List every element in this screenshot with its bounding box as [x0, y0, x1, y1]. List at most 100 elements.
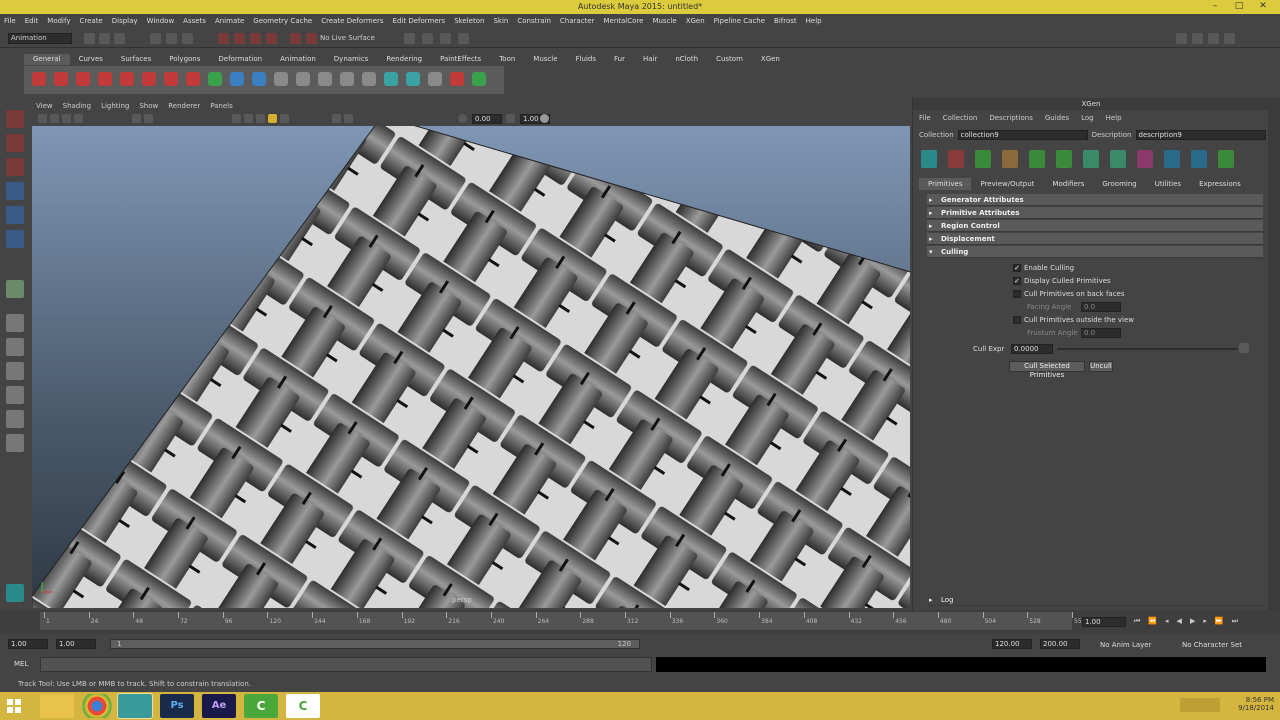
- menu-create[interactable]: Create: [79, 17, 102, 25]
- xgen-add-guide-icon[interactable]: [1056, 150, 1072, 168]
- shelf-tool-5-icon[interactable]: [120, 72, 134, 86]
- character-set-dropdown[interactable]: No Character Set: [1182, 641, 1242, 649]
- file-explorer-icon[interactable]: [40, 694, 74, 718]
- camtasia-icon[interactable]: C: [244, 694, 278, 718]
- shelf-tool-7-icon[interactable]: [164, 72, 178, 86]
- magnet-icon[interactable]: [290, 33, 301, 44]
- shelf-tab-painteffects[interactable]: PaintEffects: [431, 54, 490, 65]
- after-effects-icon[interactable]: Ae: [202, 694, 236, 718]
- xgen-preview-icon[interactable]: [1164, 150, 1180, 168]
- shelf-tab-curves[interactable]: Curves: [70, 54, 112, 65]
- scale-tool-icon[interactable]: [6, 230, 24, 248]
- shelf-tab-rendering[interactable]: Rendering: [377, 54, 431, 65]
- section-primitive-attributes[interactable]: ▸ Primitive Attributes: [927, 207, 1263, 219]
- menu-display[interactable]: Display: [112, 17, 138, 25]
- shelf-tab-dynamics[interactable]: Dynamics: [325, 54, 378, 65]
- xgen-menu-guides[interactable]: Guides: [1045, 114, 1069, 122]
- xgen-tab-grooming[interactable]: Grooming: [1093, 178, 1145, 190]
- render-sequence-icon[interactable]: [440, 33, 451, 44]
- snap-plane-icon[interactable]: [266, 33, 277, 44]
- menu-edit[interactable]: Edit: [25, 17, 39, 25]
- xgen-menu-descriptions[interactable]: Descriptions: [989, 114, 1033, 122]
- construction-history-icon[interactable]: [404, 33, 415, 44]
- xgen-sculpt-guide-icon[interactable]: [1110, 150, 1126, 168]
- shelf-tool-3-icon[interactable]: [76, 72, 90, 86]
- last-tool-icon[interactable]: [6, 280, 24, 298]
- select-object-icon[interactable]: [166, 33, 177, 44]
- smooth-shade-icon[interactable]: [244, 114, 253, 123]
- paint-select-tool-icon[interactable]: [6, 158, 24, 176]
- menu-muscle[interactable]: Muscle: [652, 17, 676, 25]
- shelf-tab-xgen[interactable]: XGen: [752, 54, 789, 65]
- menu-xgen[interactable]: XGen: [686, 17, 705, 25]
- playback-start-field[interactable]: 1.00: [56, 639, 96, 649]
- lights-icon[interactable]: [268, 114, 277, 123]
- shelf-tool-16-icon[interactable]: [362, 72, 376, 86]
- shelf-tab-surfaces[interactable]: Surfaces: [112, 54, 160, 65]
- shelf-tool-18-icon[interactable]: [406, 72, 420, 86]
- xgen-tab-modifiers[interactable]: Modifiers: [1043, 178, 1093, 190]
- start-button-icon[interactable]: [2, 694, 36, 718]
- xgen-menu-help[interactable]: Help: [1106, 114, 1122, 122]
- step-back-key-icon[interactable]: ⏪: [1148, 617, 1157, 626]
- custom-layout-icon[interactable]: [6, 434, 24, 452]
- xgen-create-collection-icon[interactable]: [948, 150, 964, 168]
- single-perspective-layout-icon[interactable]: [6, 314, 24, 332]
- xray-icon[interactable]: [332, 114, 341, 123]
- shelf-tool-4-icon[interactable]: [98, 72, 112, 86]
- menu-file[interactable]: File: [4, 17, 16, 25]
- wireframe-icon[interactable]: [232, 114, 241, 123]
- xgen-update-icon[interactable]: [1191, 150, 1207, 168]
- chrome-icon[interactable]: [80, 694, 114, 718]
- xgen-menu-collection[interactable]: Collection: [943, 114, 978, 122]
- expression-editor-icon[interactable]: [1239, 343, 1249, 353]
- select-tool-icon[interactable]: [6, 110, 24, 128]
- shelf-tab-fur[interactable]: Fur: [605, 54, 634, 65]
- cull-expr-slider[interactable]: [1057, 348, 1237, 350]
- step-forward-frame-icon[interactable]: ▸: [1203, 617, 1207, 626]
- cull-outside-checkbox[interactable]: [1013, 316, 1021, 324]
- command-input[interactable]: [40, 657, 652, 672]
- section-region-control[interactable]: ▸ Region Control: [927, 220, 1263, 232]
- play-forward-icon[interactable]: ▶: [1190, 617, 1195, 626]
- shelf-tab-ncloth[interactable]: nCloth: [666, 54, 707, 65]
- menu-modify[interactable]: Modify: [47, 17, 70, 25]
- cull-expr-field[interactable]: 0.0000: [1011, 344, 1053, 354]
- xgen-tab-expressions[interactable]: Expressions: [1190, 178, 1250, 190]
- render-settings-icon[interactable]: [458, 33, 469, 44]
- photoshop-icon[interactable]: Ps: [160, 694, 194, 718]
- shelf-tool-15-icon[interactable]: [340, 72, 354, 86]
- live-surface-icon[interactable]: [306, 33, 317, 44]
- lasso-tool-icon[interactable]: [6, 134, 24, 152]
- film-gate-icon[interactable]: [144, 114, 153, 123]
- viewport-menu-renderer[interactable]: Renderer: [168, 102, 200, 110]
- shelf-tool-14-icon[interactable]: [318, 72, 332, 86]
- animation-end-field[interactable]: 200.00: [1040, 639, 1080, 649]
- xgen-select-guide-icon[interactable]: [1137, 150, 1153, 168]
- shelf-tool-8-icon[interactable]: [186, 72, 200, 86]
- section-culling[interactable]: ▾ Culling: [927, 246, 1263, 258]
- xgen-layout-icon[interactable]: [6, 584, 24, 602]
- play-back-icon[interactable]: ◀: [1177, 617, 1182, 626]
- close-button[interactable]: ✕: [1256, 0, 1270, 12]
- shelf-tool-19-icon[interactable]: [428, 72, 442, 86]
- facing-angle-field[interactable]: 0.0: [1081, 302, 1121, 312]
- xgen-tab-utilities[interactable]: Utilities: [1146, 178, 1190, 190]
- playback-end-field[interactable]: 120.00: [992, 639, 1032, 649]
- viewport-menu-show[interactable]: Show: [139, 102, 158, 110]
- shelf-tab-custom[interactable]: Custom: [707, 54, 752, 65]
- open-scene-icon[interactable]: [99, 33, 110, 44]
- four-view-layout-icon[interactable]: [6, 338, 24, 356]
- range-slider[interactable]: 1 120: [110, 639, 640, 649]
- shelf-tab-deformation[interactable]: Deformation: [209, 54, 271, 65]
- snap-curve-icon[interactable]: [234, 33, 245, 44]
- persp-outliner-layout-icon[interactable]: [6, 362, 24, 380]
- viewport-menu-view[interactable]: View: [36, 102, 53, 110]
- select-component-icon[interactable]: [182, 33, 193, 44]
- menu-animate[interactable]: Animate: [215, 17, 244, 25]
- shelf-tool-1-icon[interactable]: [32, 72, 46, 86]
- camera-select-icon[interactable]: [38, 114, 47, 123]
- shelf-tool-9-icon[interactable]: [208, 72, 222, 86]
- menu-skeleton[interactable]: Skeleton: [454, 17, 484, 25]
- menu-mentalcore[interactable]: MentalCore: [603, 17, 643, 25]
